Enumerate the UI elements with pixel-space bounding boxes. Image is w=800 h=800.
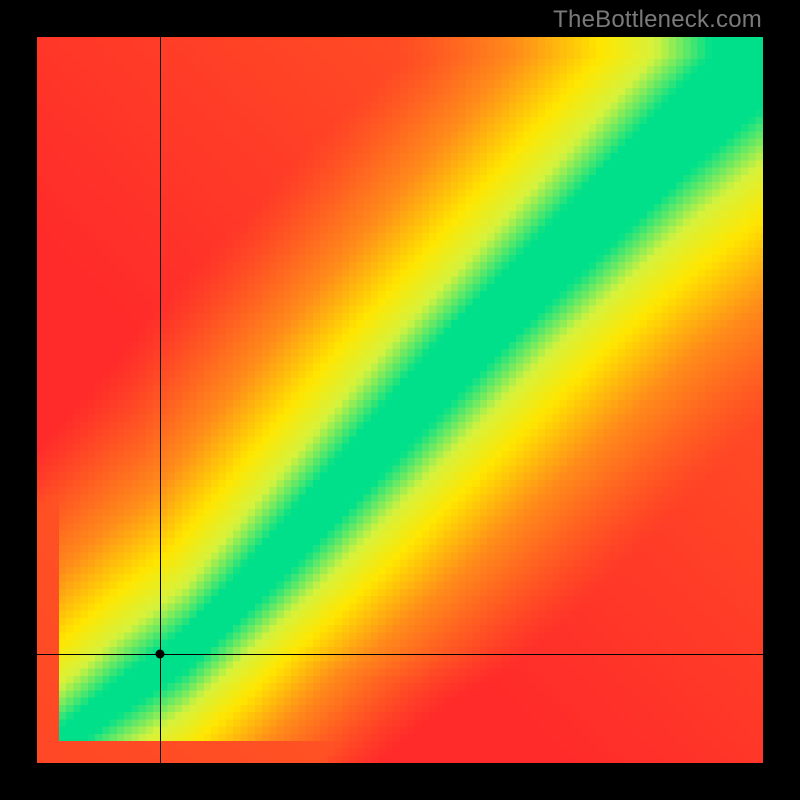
watermark-text: TheBottleneck.com <box>553 6 762 34</box>
chart-frame: TheBottleneck.com <box>0 0 800 800</box>
marker-point <box>156 650 165 659</box>
crosshair-horizontal <box>37 654 763 655</box>
